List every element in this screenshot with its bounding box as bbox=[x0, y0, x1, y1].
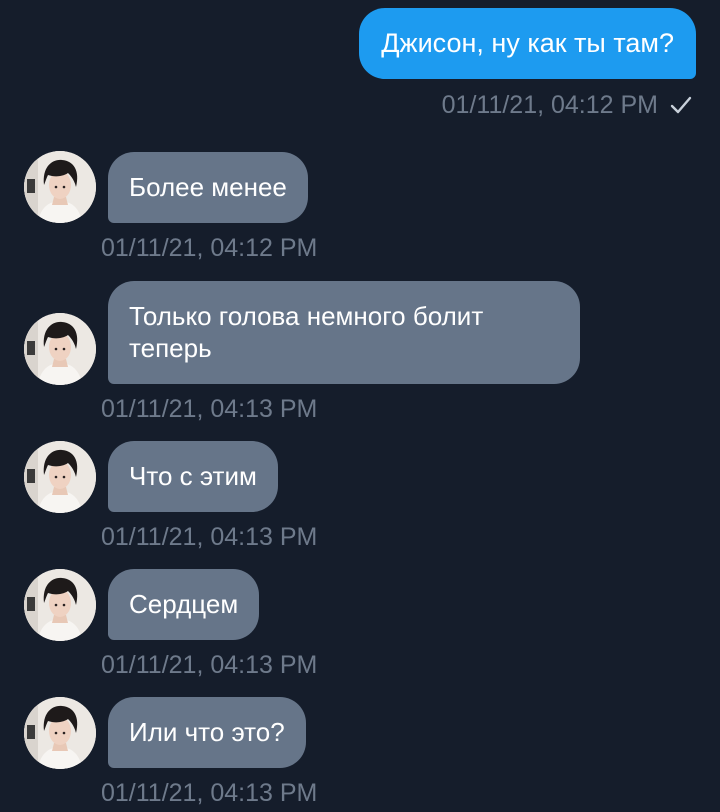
avatar-photo bbox=[24, 569, 96, 641]
avatar-photo bbox=[24, 313, 96, 385]
message-timestamp: 01/11/21, 04:13 PM bbox=[101, 779, 318, 807]
incoming-message-bubble[interactable]: Что с этим bbox=[108, 441, 278, 512]
avatar-photo bbox=[24, 151, 96, 223]
message-timestamp: 01/11/21, 04:13 PM bbox=[101, 523, 318, 551]
message-timestamp: 01/11/21, 04:12 PM bbox=[441, 90, 658, 119]
chat-thread: Джисон, ну как ты там? 01/11/21, 04:12 P… bbox=[0, 0, 720, 812]
outgoing-message-bubble[interactable]: Джисон, ну как ты там? bbox=[359, 8, 696, 79]
incoming-message-bubble[interactable]: Или что это? bbox=[108, 697, 306, 768]
contact-avatar[interactable] bbox=[24, 441, 96, 513]
message-timestamp: 01/11/21, 04:12 PM bbox=[101, 234, 318, 262]
incoming-message-bubble[interactable]: Сердцем bbox=[108, 569, 260, 640]
checkmark-icon bbox=[670, 96, 692, 114]
avatar-photo bbox=[24, 697, 96, 769]
message-timestamp: 01/11/21, 04:13 PM bbox=[101, 395, 318, 423]
outgoing-message-meta: 01/11/21, 04:12 PM bbox=[442, 88, 692, 122]
message-timestamp: 01/11/21, 04:13 PM bbox=[101, 651, 318, 679]
contact-avatar[interactable] bbox=[24, 697, 96, 769]
incoming-message-bubble[interactable]: Только голова немного болит теперь bbox=[108, 281, 580, 384]
incoming-message-bubble[interactable]: Более менее bbox=[108, 152, 308, 223]
contact-avatar[interactable] bbox=[24, 151, 96, 223]
contact-avatar[interactable] bbox=[24, 313, 96, 385]
avatar-photo bbox=[24, 441, 96, 513]
contact-avatar[interactable] bbox=[24, 569, 96, 641]
